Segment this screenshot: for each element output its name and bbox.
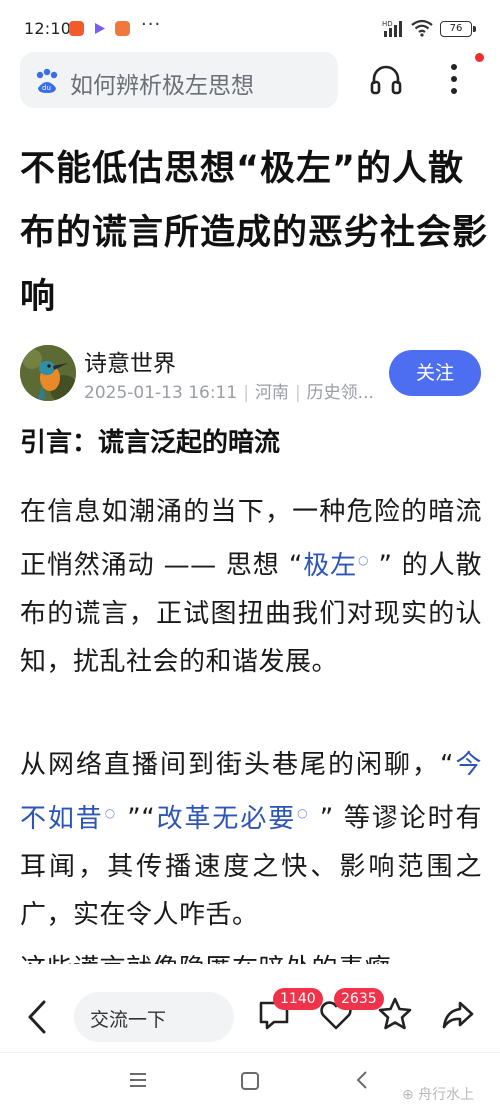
publish-date: 2025-01-13 16:11 xyxy=(84,383,238,403)
battery-indicator: 76 xyxy=(440,21,476,37)
comment-input[interactable]: 交流一下 xyxy=(74,992,234,1042)
back-arrow-icon[interactable] xyxy=(24,998,50,1036)
author-avatar[interactable] xyxy=(20,345,76,401)
search-bar[interactable]: du 如何辨析极左思想 xyxy=(20,52,338,108)
comment-placeholder: 交流一下 xyxy=(90,1009,167,1031)
nav-back-icon[interactable] xyxy=(355,1069,369,1091)
more-vertical-icon[interactable] xyxy=(440,58,468,100)
bottom-action-bar: 交流一下 1140 2635 xyxy=(0,964,500,1052)
recent-apps-icon[interactable] xyxy=(128,1071,148,1089)
follow-button[interactable]: 关注 xyxy=(389,350,481,396)
signal-icon: HD xyxy=(382,18,406,42)
author-location: 河南 xyxy=(254,383,289,403)
play-notification-icon xyxy=(92,21,107,36)
article-paragraph: 从网络直播间到街头巷尾的闲聊，“今不如昔○ ”“改革无必要○ ” 等谬论时有耳闻… xyxy=(20,750,482,930)
shop-notification-icon xyxy=(115,21,130,36)
article-title: 不能低估思想“极左”的人散布的谎言所造成的恶劣社会影响 xyxy=(20,149,489,317)
author-category: 历史领... xyxy=(306,383,374,403)
author-name[interactable]: 诗意世界 xyxy=(84,344,176,378)
comment-count-badge: 1140 xyxy=(273,988,323,1010)
svg-text:HD: HD xyxy=(382,20,393,28)
author-meta: 2025-01-13 16:11 | 河南 | 历史领... xyxy=(84,383,374,403)
headphones-icon[interactable] xyxy=(368,62,404,98)
status-bar: 12:10 ··· HD 76 xyxy=(0,0,500,56)
article-paragraph: 在信息如潮涌的当下，一种危险的暗流正悄然涌动 —— 思想 “极左○ ” 的人散布… xyxy=(20,497,482,677)
section-heading: 引言：谎言泛起的暗流 xyxy=(20,428,281,458)
watermark: ⊕ 舟行水上 xyxy=(402,1087,475,1103)
status-more-icon: ··· xyxy=(141,14,162,35)
keyword-link[interactable]: 改革无必要○ xyxy=(155,804,309,834)
search-mini-icon: ○ xyxy=(104,806,118,820)
keyword-link[interactable]: 极左○ xyxy=(303,551,370,581)
svg-text:du: du xyxy=(42,84,51,92)
status-time: 12:10 xyxy=(24,19,72,38)
notification-dot xyxy=(475,53,484,62)
like-count-badge: 2635 xyxy=(334,988,384,1010)
home-icon[interactable] xyxy=(241,1072,259,1090)
search-query: 如何辨析极左思想 xyxy=(70,73,254,99)
search-mini-icon: ○ xyxy=(297,806,310,820)
wifi-icon xyxy=(410,19,434,41)
baidu-paw-icon: du xyxy=(32,66,62,96)
share-icon[interactable] xyxy=(440,997,476,1033)
app-notification-icon xyxy=(69,21,84,36)
system-nav-bar: ⊕ 舟行水上 xyxy=(0,1052,500,1111)
search-mini-icon: ○ xyxy=(358,553,370,567)
